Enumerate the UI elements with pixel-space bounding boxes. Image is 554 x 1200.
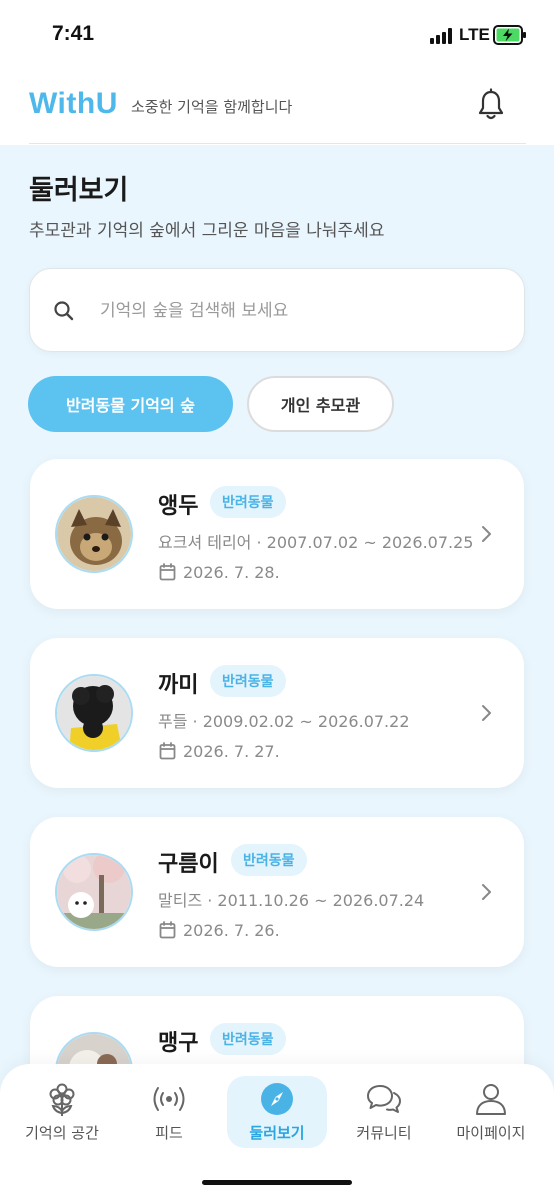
pet-name: 맹구: [158, 1031, 199, 1056]
status-bar: 7:41 LTE: [0, 0, 554, 70]
memorial-card[interactable]: 구름이 반려동물 말티즈 · 2011.10.26 ~ 2026.07.24 2…: [30, 817, 524, 967]
memorial-date: 2026. 7. 27.: [183, 742, 280, 761]
memorial-card[interactable]: 앵두 반려동물 요크셔 테리어 · 2007.07.02 ~ 2026.07.2…: [30, 459, 524, 609]
pet-name: 구름이: [158, 852, 219, 877]
chat-bubbles-icon: [367, 1085, 401, 1113]
nav-memory-space[interactable]: 기억의 공간: [12, 1076, 112, 1148]
nav-label: 둘러보기: [249, 1124, 305, 1142]
network-type: LTE: [459, 25, 490, 44]
header-divider: [29, 143, 526, 144]
compass-icon: [261, 1083, 293, 1115]
pet-avatar: [55, 853, 133, 931]
calendar-icon: [159, 921, 176, 939]
nav-label: 커뮤니티: [356, 1124, 412, 1142]
tab-personal-memorial[interactable]: 개인 추모관: [247, 376, 394, 432]
nav-label: 마이페이지: [456, 1124, 526, 1142]
page-subtitle: 추모관과 기억의 숲에서 그리운 마음을 나눠주세요: [29, 221, 385, 241]
home-indicator: [202, 1180, 352, 1185]
pet-avatar: [55, 495, 133, 573]
user-icon: [476, 1084, 506, 1115]
app-logo[interactable]: WithU: [29, 87, 118, 121]
nav-my-page[interactable]: 마이페이지: [441, 1076, 541, 1148]
category-badge: 반려동물: [210, 665, 286, 697]
nav-community[interactable]: 커뮤니티: [334, 1076, 434, 1148]
memorial-card[interactable]: 까미 반려동물 푸들 · 2009.02.02 ~ 2026.07.22 202…: [30, 638, 524, 788]
chevron-right-icon: [482, 526, 491, 542]
broadcast-icon: [153, 1087, 185, 1111]
search-icon: [54, 301, 74, 321]
notification-bell-icon[interactable]: [476, 88, 506, 122]
pet-info: 푸들 · 2009.02.02 ~ 2026.07.22: [158, 712, 410, 731]
status-time: 7:41: [52, 22, 95, 45]
page-title: 둘러보기: [29, 175, 129, 206]
memorial-date: 2026. 7. 28.: [183, 563, 280, 582]
search-input[interactable]: [100, 291, 500, 331]
memorial-date: 2026. 7. 26.: [183, 921, 280, 940]
chevron-right-icon: [482, 884, 491, 900]
battery-charging-icon: [493, 25, 526, 45]
category-badge: 반려동물: [231, 844, 307, 876]
nav-label: 피드: [155, 1124, 183, 1142]
flower-icon: [49, 1083, 75, 1116]
app-header: WithU 소중한 기억을 함께합니다: [0, 70, 554, 145]
signal-icon: [430, 28, 454, 44]
calendar-icon: [159, 742, 176, 760]
search-box[interactable]: [29, 268, 525, 352]
pet-info: 말티즈 · 2011.10.26 ~ 2026.07.24: [158, 891, 425, 910]
chevron-right-icon: [482, 705, 491, 721]
pet-name: 까미: [158, 673, 199, 698]
nav-explore[interactable]: 둘러보기: [227, 1076, 327, 1148]
nav-label: 기억의 공간: [25, 1124, 99, 1142]
nav-feed[interactable]: 피드: [119, 1076, 219, 1148]
calendar-icon: [159, 563, 176, 581]
category-badge: 반려동물: [210, 486, 286, 518]
pet-info: 요크셔 테리어 · 2007.07.02 ~ 2026.07.25: [158, 533, 474, 552]
app-tagline: 소중한 기억을 함께합니다: [131, 98, 293, 116]
tab-pet-memory-forest[interactable]: 반려동물 기억의 숲: [28, 376, 233, 432]
pet-avatar: [55, 674, 133, 752]
pet-name: 앵두: [158, 494, 199, 519]
category-badge: 반려동물: [210, 1023, 286, 1055]
